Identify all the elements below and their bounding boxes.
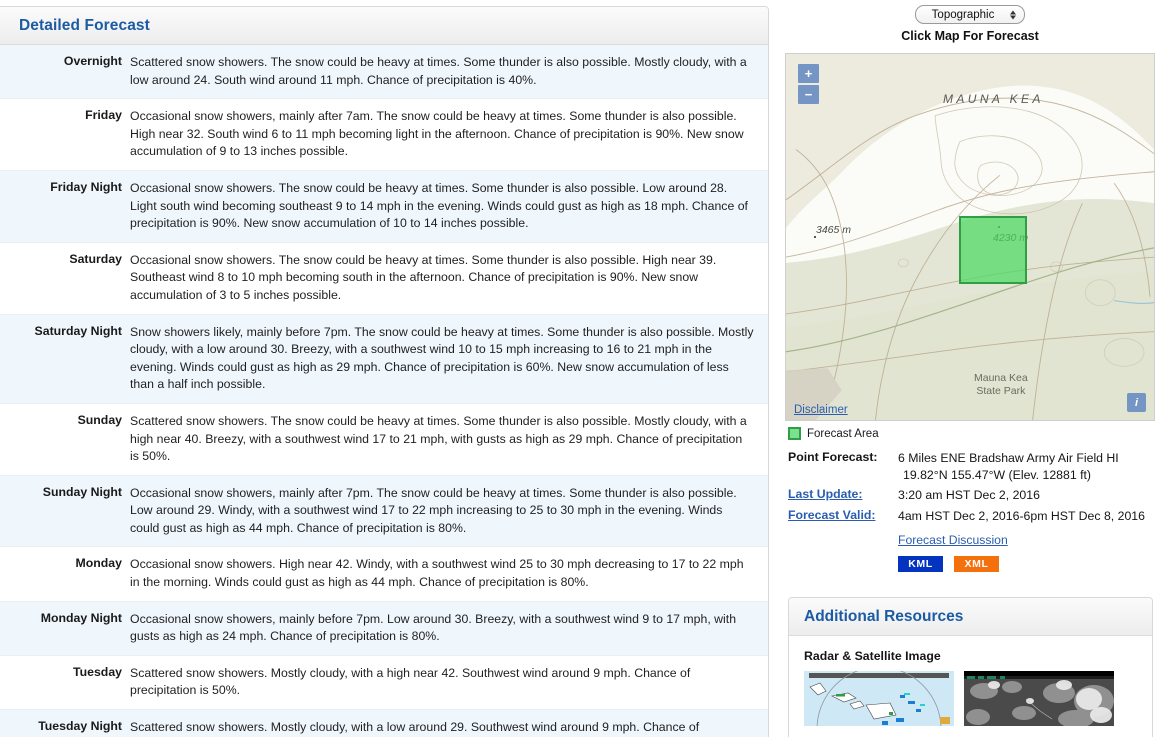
map-legend: Forecast Area [788,427,1160,440]
map-label-mauna-kea: MAUNA KEA [943,92,1044,106]
map-layer-select-value: Topographic [931,8,995,21]
table-row: Tuesday Scattered snow showers. Mostly cl… [0,655,768,710]
detailed-forecast-header: Detailed Forecast [0,7,768,45]
forecast-period-label: Friday [85,108,122,123]
radar-image [804,671,954,726]
map-legend-label: Forecast Area [807,427,879,440]
sidebar: Topographic Click Map For Forecast + − M… [780,0,1160,737]
table-row: Saturday Occasional snow showers. The sno… [0,242,768,315]
forecast-period-text: Occasional snow showers, mainly after 7a… [130,109,744,159]
additional-resources-title: Additional Resources [804,607,964,625]
forecast-period-text: Occasional snow showers, mainly before 7… [130,611,737,644]
map-zoom-controls[interactable]: + − [798,64,819,104]
forecast-period-label: Saturday [69,251,122,266]
forecast-period-label: Saturday Night [34,323,122,338]
forecast-valid-value: 4am HST Dec 2, 2016-6pm HST Dec 8, 2016 [898,508,1145,523]
download-buttons: KML XML [898,556,1160,572]
forecast-period-text: Scattered snow showers. Mostly cloudy, w… [130,720,700,735]
forecast-period-text: Scattered snow showers. The snow could b… [130,55,747,87]
map-info-button[interactable]: i [1127,393,1146,412]
forecast-period-text: Occasional snow showers, mainly after 7p… [130,485,737,535]
forecast-valid-link[interactable]: Forecast Valid: [788,508,898,525]
park-label-line2: State Park [976,385,1026,397]
radar-image-thumbnail[interactable] [804,671,954,726]
satellite-image [964,671,1114,726]
table-row: Tuesday Night Scattered snow showers. Mos… [0,709,768,737]
last-update-row: Last Update: 3:20 am HST Dec 2, 2016 [788,487,1160,504]
table-row: Overnight Scattered snow showers. The sno… [0,45,768,99]
table-row: Sunday Scattered snow showers. The snow c… [0,403,768,476]
forecast-period-label: Overnight [63,54,122,68]
table-row: Monday Occasional snow showers. High near… [0,546,768,602]
satellite-image-thumbnail[interactable] [964,671,1114,726]
table-row: Friday Night Occasional snow showers. The… [0,170,768,243]
forecast-period-label: Sunday Night [42,484,122,499]
forecast-map[interactable]: + − MAUNA KEA 3465 m 4230 m Mauna Kea St… [785,53,1155,421]
point-forecast-coordinates: 19.82°N 155.47°W (Elev. 12881 ft) [903,467,1092,482]
radar-satellite-subtitle: Radar & Satellite Image [804,649,941,663]
last-update-value: 3:20 am HST Dec 2, 2016 [898,488,1040,502]
forecast-table: Overnight Scattered snow showers. The sno… [0,45,768,737]
forecast-period-label: Monday Night [40,610,122,625]
forecast-period-text: Snow showers likely, mainly before 7pm. … [130,324,754,392]
forecast-period-text: Occasional snow showers. The snow could … [130,252,717,302]
click-map-caption: Click Map For Forecast [901,29,1039,43]
forecast-table-body: Overnight Scattered snow showers. The sno… [0,45,768,737]
map-layer-select[interactable]: Topographic [915,5,1025,24]
forecast-period-text: Occasional snow showers. High near 42. W… [130,557,744,590]
additional-resources-header: Additional Resources [789,598,1152,636]
forecast-area-swatch-icon [788,427,801,440]
xml-download-button[interactable]: XML [954,556,999,572]
detailed-forecast-panel: Detailed Forecast Overnight Scattered sno… [0,6,769,737]
chevron-updown-icon [1010,10,1016,19]
point-forecast-value: 6 Miles ENE Bradshaw Army Air Field HI 1… [898,450,1160,483]
point-forecast-location: 6 Miles ENE Bradshaw Army Air Field HI [898,451,1119,465]
forecast-period-label: Tuesday [73,664,122,679]
forecast-period-label: Monday [75,556,122,571]
map-zoom-out-button[interactable]: − [798,85,819,104]
page-title: Detailed Forecast [19,16,150,34]
elevation-point-marker-3465 [814,236,816,238]
thumbnail-row [804,671,1152,726]
forecast-period-label: Sunday [77,412,122,427]
point-forecast-label: Point Forecast: [788,450,878,464]
kml-download-button[interactable]: KML [898,556,943,572]
forecast-area-box[interactable] [959,216,1027,284]
map-disclaimer-link[interactable]: Disclaimer [794,404,848,416]
last-update-link[interactable]: Last Update: [788,487,898,504]
forecast-period-text: Occasional snow showers. The snow could … [130,180,748,231]
forecast-period-label: Tuesday Night [38,719,122,734]
point-forecast-row: Point Forecast: 6 Miles ENE Bradshaw Arm… [788,450,1160,483]
park-label-line1: Mauna Kea [974,372,1028,384]
map-zoom-in-button[interactable]: + [798,64,819,83]
forecast-valid-row: Forecast Valid: 4am HST Dec 2, 2016-6pm … [788,508,1160,525]
table-row: Sunday Night Occasional snow showers, mai… [0,475,768,547]
forecast-discussion-link[interactable]: Forecast Discussion [898,533,1160,547]
forecast-period-label: Friday Night [50,179,122,194]
table-row: Saturday Night Snow showers likely, mainl… [0,314,768,404]
table-row: Friday Occasional snow showers, mainly af… [0,98,768,171]
weather-forecast-page: Detailed Forecast Overnight Scattered sno… [0,0,1160,737]
map-layer-select-row: Topographic [780,0,1160,24]
forecast-period-text: Scattered snow showers. Mostly cloudy, w… [130,665,691,698]
map-label-state-park: Mauna Kea State Park [974,372,1028,398]
additional-resources-panel: Additional Resources Radar & Satellite I… [788,597,1153,737]
point-forecast-info: Point Forecast: 6 Miles ENE Bradshaw Arm… [788,450,1160,572]
map-label-elev-3465: 3465 m [816,224,852,236]
table-row: Monday Night Occasional snow showers, mai… [0,601,768,656]
forecast-period-text: Scattered snow showers. The snow could b… [130,413,747,464]
